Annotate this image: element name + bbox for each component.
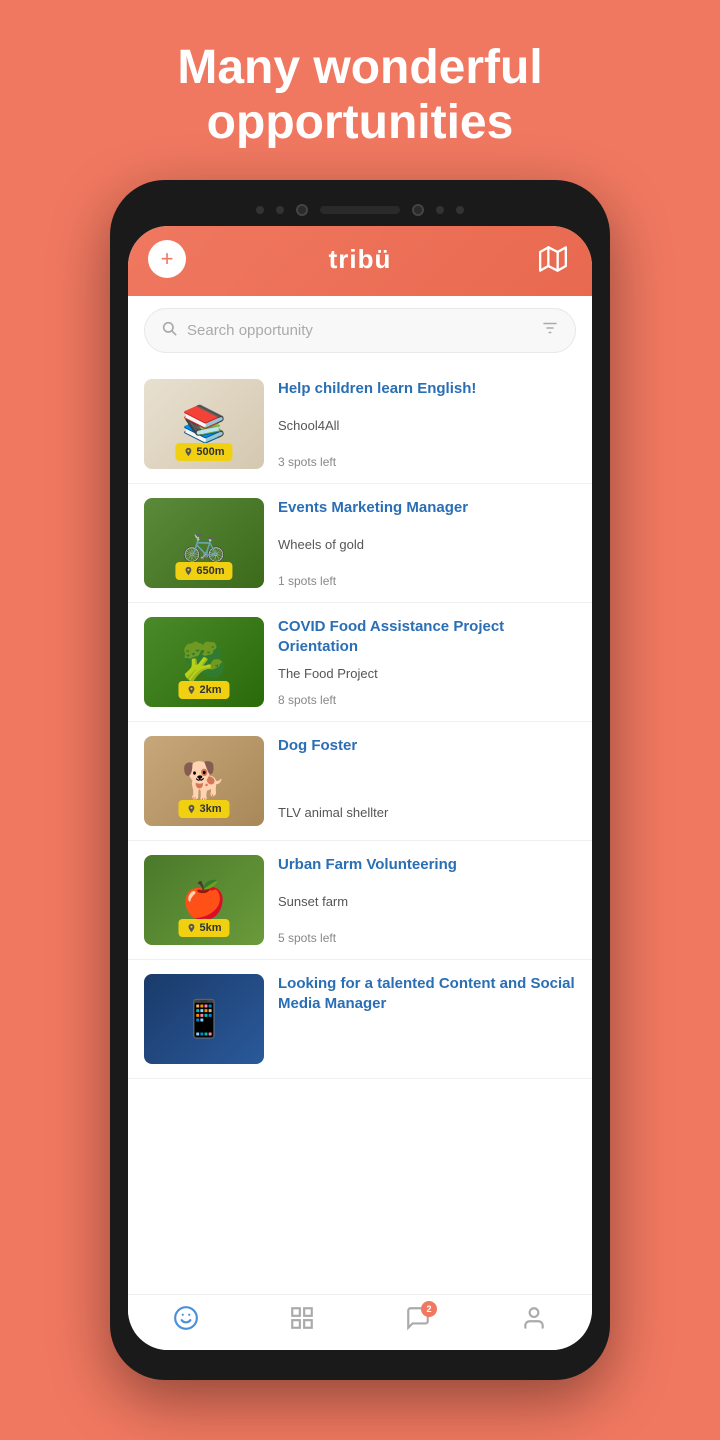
opp-image-6 xyxy=(144,974,264,1064)
chat-badge: 2 xyxy=(421,1301,437,1317)
opportunity-card-1[interactable]: 500m Help children learn English! School… xyxy=(128,365,592,484)
notch-dot-r2 xyxy=(436,206,444,214)
list-icon xyxy=(289,1305,315,1338)
notch-speaker xyxy=(320,206,400,214)
opp-spots-2: 1 spots left xyxy=(278,574,576,588)
opportunity-card-3[interactable]: 2km COVID Food Assistance Project Orient… xyxy=(128,603,592,722)
opp-info-3: COVID Food Assistance Project Orientatio… xyxy=(278,617,576,707)
opp-image-2: 650m xyxy=(144,498,264,588)
distance-badge-5: 5km xyxy=(178,919,229,937)
map-icon xyxy=(539,245,567,273)
add-button[interactable]: + xyxy=(148,240,186,278)
opp-image-4: 3km xyxy=(144,736,264,826)
opp-spots-5: 5 spots left xyxy=(278,931,576,945)
notch-camera xyxy=(296,204,308,216)
nav-home[interactable] xyxy=(173,1305,199,1338)
opp-title-5: Urban Farm Volunteering xyxy=(278,855,576,875)
opp-title-4: Dog Foster xyxy=(278,736,576,756)
opportunities-list: 500m Help children learn English! School… xyxy=(128,365,592,1079)
notch-dot-right xyxy=(456,206,464,214)
opp-spots-1: 3 spots left xyxy=(278,455,576,469)
opp-org-5: Sunset farm xyxy=(278,894,576,909)
opportunity-card-2[interactable]: 650m Events Marketing Manager Wheels of … xyxy=(128,484,592,603)
notch-camera-right xyxy=(412,204,424,216)
opp-spots-3: 8 spots left xyxy=(278,693,576,707)
filter-icon[interactable] xyxy=(541,319,559,342)
app-header: + tribü xyxy=(128,226,592,296)
distance-badge-3: 2km xyxy=(178,681,229,699)
distance-badge-2: 650m xyxy=(175,562,232,580)
opp-title-6: Looking for a talented Content and Socia… xyxy=(278,974,576,1013)
scroll-content: 500m Help children learn English! School… xyxy=(128,365,592,1294)
opp-org-1: School4All xyxy=(278,418,576,433)
phone-shell: + tribü xyxy=(110,180,610,1380)
opp-info-6: Looking for a talented Content and Socia… xyxy=(278,974,576,1064)
page-title: Many wonderful opportunities xyxy=(177,40,542,150)
opp-title-3: COVID Food Assistance Project Orientatio… xyxy=(278,617,576,656)
distance-badge-1: 500m xyxy=(175,443,232,461)
phone-screen: + tribü xyxy=(128,226,592,1350)
opp-info-2: Events Marketing Manager Wheels of gold … xyxy=(278,498,576,588)
nav-chat[interactable]: 2 xyxy=(405,1305,431,1338)
opp-image-3: 2km xyxy=(144,617,264,707)
bottom-nav: 2 xyxy=(128,1294,592,1350)
person-icon xyxy=(521,1305,547,1338)
opp-info-5: Urban Farm Volunteering Sunset farm 5 sp… xyxy=(278,855,576,945)
opp-info-4: Dog Foster TLV animal shellter xyxy=(278,736,576,826)
search-area: Search opportunity xyxy=(128,296,592,365)
opp-image-1: 500m xyxy=(144,379,264,469)
search-bar[interactable]: Search opportunity xyxy=(144,308,576,353)
map-button[interactable] xyxy=(534,240,572,278)
opportunity-card-5[interactable]: 5km Urban Farm Volunteering Sunset farm … xyxy=(128,841,592,960)
opportunity-card-6[interactable]: Looking for a talented Content and Socia… xyxy=(128,960,592,1079)
opportunity-card-4[interactable]: 3km Dog Foster TLV animal shellter xyxy=(128,722,592,841)
page-title-area: Many wonderful opportunities xyxy=(117,0,602,180)
search-icon xyxy=(161,320,177,341)
page-background: Many wonderful opportunities + tribü xyxy=(0,0,720,1440)
distance-badge-4: 3km xyxy=(178,800,229,818)
opp-org-3: The Food Project xyxy=(278,666,576,681)
opp-title-1: Help children learn English! xyxy=(278,379,576,399)
notch-dot-2 xyxy=(276,206,284,214)
smile-icon xyxy=(173,1305,199,1338)
opp-title-2: Events Marketing Manager xyxy=(278,498,576,518)
opp-info-1: Help children learn English! School4All … xyxy=(278,379,576,469)
opp-org-2: Wheels of gold xyxy=(278,537,576,552)
search-input[interactable]: Search opportunity xyxy=(187,322,531,339)
phone-notch xyxy=(128,198,592,226)
opp-img-bg-6 xyxy=(144,974,264,1064)
nav-profile[interactable] xyxy=(521,1305,547,1338)
opp-image-5: 5km xyxy=(144,855,264,945)
notch-dot-left xyxy=(256,206,264,214)
nav-feed[interactable] xyxy=(289,1305,315,1338)
app-logo: tribü xyxy=(329,244,392,275)
opp-org-4: TLV animal shellter xyxy=(278,805,576,820)
